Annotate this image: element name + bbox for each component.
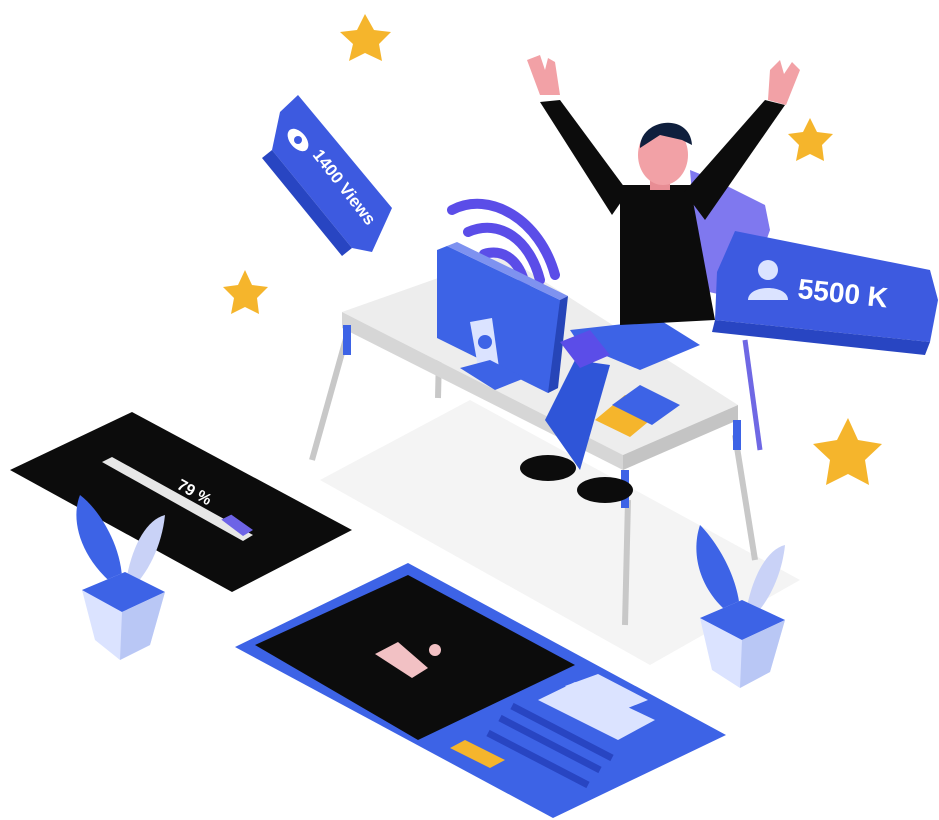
star-icon (223, 270, 268, 314)
followers-badge: 5500 K (712, 231, 938, 355)
views-badge: 1400 Views (262, 95, 392, 256)
star-icon (788, 118, 833, 161)
progress-panel: 79 % (10, 412, 352, 592)
star-icon (813, 418, 882, 485)
star-icon (340, 14, 391, 61)
illustration: 79 % 1400 Views 5500 K (10, 14, 938, 818)
